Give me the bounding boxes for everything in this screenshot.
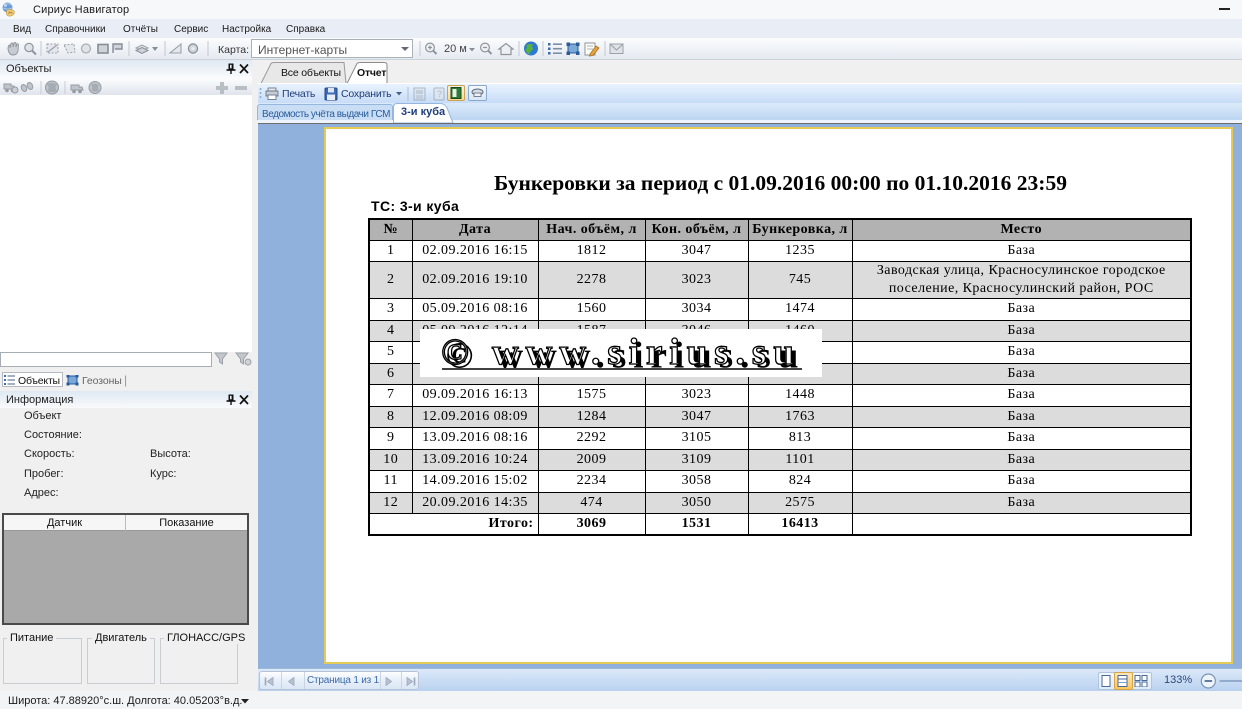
- svg-text:20 м: 20 м: [444, 43, 467, 55]
- svg-text:© www.sirius.su: © www.sirius.su: [441, 332, 801, 373]
- svg-text:?: ?: [437, 89, 442, 99]
